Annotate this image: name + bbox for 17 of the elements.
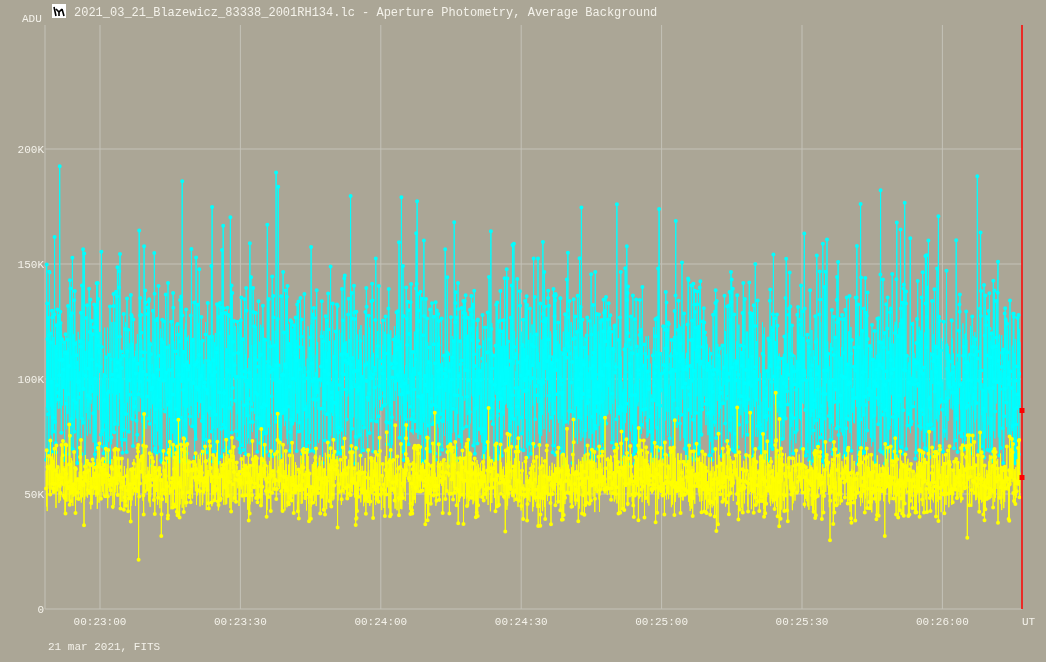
- y-tick-label: 50K: [24, 489, 44, 501]
- x-tick-label: 00:24:30: [494, 616, 548, 628]
- footer-caption: 21 mar 2021, FITS: [48, 641, 161, 653]
- y-tick-label: 200K: [17, 144, 44, 156]
- y-tick-label: 150K: [17, 259, 44, 271]
- x-tick-label: 00:23:00: [73, 616, 127, 628]
- x-tick-label: 00:24:00: [354, 616, 408, 628]
- y-tick-label: 0: [37, 604, 44, 616]
- x-tick-label: 00:23:30: [214, 616, 267, 628]
- x-tick-label: 00:26:00: [916, 616, 969, 628]
- window-title: 2021_03_21_Blazewicz_83338_2001RH134.lc - Aperture Photometry, Average Background: [74, 6, 658, 20]
- x-axis-unit: UT: [1022, 616, 1036, 628]
- x-tick-label: 00:25:00: [635, 616, 688, 628]
- y-tick-label: 100K: [17, 374, 44, 386]
- y-axis-unit: ADU: [22, 13, 42, 25]
- x-tick-label: 00:25:30: [775, 616, 829, 628]
- app-icon: [52, 4, 66, 18]
